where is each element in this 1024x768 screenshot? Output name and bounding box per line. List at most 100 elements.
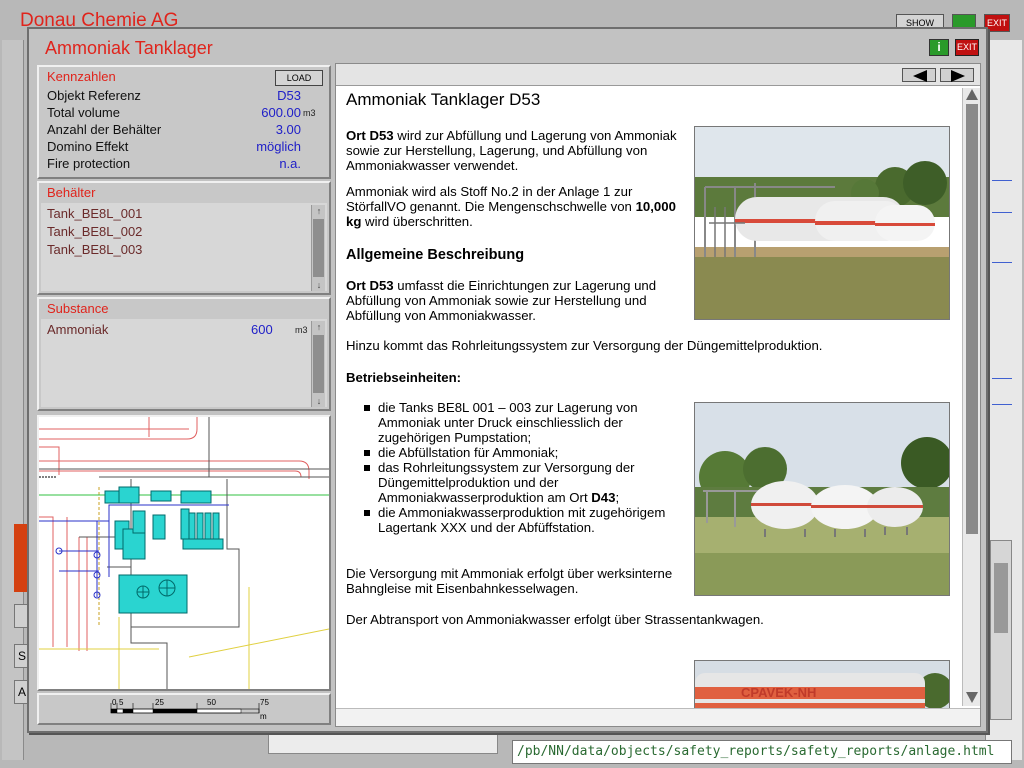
document-content: Ammoniak Tanklager D53 Ort D53 wird zur … — [336, 88, 962, 708]
tanklager-window: Ammoniak Tanklager i EXIT Kennzahlen LOA… — [27, 27, 988, 733]
kennzahl-unit: m3 — [303, 108, 316, 118]
scroll-down-icon[interactable]: ↓ — [312, 279, 326, 291]
scale-tick-label: 50 — [207, 698, 216, 707]
list-item-text: ; — [615, 490, 620, 505]
site-map-panel[interactable] — [37, 415, 331, 691]
kennzahl-value: D53 — [277, 88, 301, 103]
paragraph-umfang: Ort D53 umfasst die Einrichtungen zur La… — [346, 278, 694, 323]
kennzahl-label: Objekt Referenz — [47, 88, 141, 103]
background-line — [992, 378, 1012, 379]
behaelter-panel: Behälter Tank_BE8L_001 Tank_BE8L_002 Tan… — [37, 181, 331, 295]
tank-photo-horizontal — [694, 126, 950, 320]
paragraph-text: Ammoniak wird als Stoff No.2 in der Anla… — [346, 184, 636, 214]
kennzahlen-header: Kennzahlen — [47, 69, 116, 84]
list-item: das Rohrleitungssystem zur Versorgung de… — [364, 460, 682, 505]
document-status-bar — [336, 708, 980, 726]
kennzahl-label: Anzahl der Behälter — [47, 122, 162, 137]
kennzahl-value: n.a. — [279, 156, 301, 171]
behaelter-header: Behälter — [47, 185, 96, 200]
background-line — [992, 262, 1012, 263]
tank-wagon-photo: CPAVEK-NH — [694, 660, 950, 708]
behaelter-scrollbar[interactable]: ↑ ↓ — [311, 205, 325, 291]
scroll-down-icon[interactable] — [965, 690, 979, 704]
arrow-right-icon — [951, 70, 965, 82]
kennzahl-row: Fire protection n.a. — [47, 156, 327, 172]
paragraph-rohrleitung: Hinzu kommt das Rohrleitungssystem zur V… — [346, 338, 823, 353]
background-orange-tab[interactable] — [14, 524, 28, 592]
list-item-tank[interactable]: Tank_BE8L_002 — [47, 224, 142, 239]
scroll-up-icon[interactable]: ↑ — [312, 321, 326, 333]
window-title: Ammoniak Tanklager — [45, 38, 213, 58]
kennzahl-label: Domino Effekt — [47, 139, 129, 154]
paragraph-intro: Ort D53 wird zur Abfüllung und Lagerung … — [346, 128, 686, 173]
paragraph-text: wird zur Abfüllung und Lagerung von Ammo… — [346, 128, 677, 173]
list-item-substance[interactable]: Ammoniak — [47, 322, 108, 337]
substance-unit: m3 — [295, 325, 308, 335]
site-map[interactable] — [39, 417, 330, 689]
substance-panel: Substance Ammoniak 600 m3 ↑ ↓ — [37, 297, 331, 411]
info-button[interactable]: i — [929, 39, 949, 56]
tank-photo-spheres — [694, 402, 950, 596]
document-viewer: Ammoniak Tanklager D53 Ort D53 wird zur … — [335, 63, 981, 727]
kennzahl-label: Total volume — [47, 105, 120, 120]
kennzahl-label: Fire protection — [47, 156, 131, 171]
document-title: Ammoniak Tanklager D53 — [346, 90, 541, 109]
kennzahl-row: Total volume 600.00 m3 — [47, 105, 327, 121]
kennzahl-value: möglich — [256, 139, 301, 154]
paragraph-stoff: Ammoniak wird als Stoff No.2 in der Anla… — [346, 184, 686, 229]
list-item: die Abfüllstation für Ammoniak; — [364, 445, 682, 460]
list-item: die Tanks BE8L 001 – 003 zur Lagerung vo… — [364, 400, 682, 445]
kennzahl-row: Anzahl der Behälter 3.00 — [47, 122, 327, 138]
heading-allgemein: Allgemeine Beschreibung — [346, 247, 525, 263]
bold-text: D43 — [591, 490, 616, 505]
background-line — [992, 404, 1012, 405]
bold-text: Ort D53 — [346, 278, 394, 293]
load-button[interactable]: LOAD — [275, 70, 323, 86]
back-button[interactable] — [902, 68, 936, 82]
kennzahl-row: Objekt Referenz D53 — [47, 88, 327, 104]
background-line — [992, 212, 1012, 213]
substance-header: Substance — [47, 301, 109, 316]
list-item-tank[interactable]: Tank_BE8L_003 — [47, 242, 142, 257]
scroll-up-icon[interactable]: ↑ — [312, 205, 326, 217]
scroll-thumb[interactable] — [313, 219, 324, 277]
bold-text: Ort D53 — [346, 128, 394, 143]
scale-tick-label: 0 — [112, 698, 117, 707]
list-item-tank[interactable]: Tank_BE8L_001 — [47, 206, 142, 221]
document-scrollbar[interactable] — [962, 88, 980, 706]
scale-tick-label: 25 — [155, 698, 164, 707]
map-scale-bar: 0 5 25 50 75 m — [110, 698, 269, 721]
list-item: die Ammoniakwasserproduktion mit zugehör… — [364, 505, 682, 535]
url-field[interactable]: /pb/NN/data/objects/safety_reports/safet… — [512, 740, 1012, 764]
kennzahlen-panel: Kennzahlen LOAD Objekt Referenz D53 Tota… — [37, 65, 331, 179]
substance-list: Ammoniak 600 m3 ↑ ↓ — [41, 319, 327, 407]
paragraph-text: wird überschritten. — [361, 214, 473, 229]
paragraph-abtransport: Der Abtransport von Ammoniakwasser erfol… — [346, 612, 764, 627]
betriebseinheiten-list: die Tanks BE8L 001 – 003 zur Lagerung vo… — [364, 400, 682, 535]
scale-unit-label: m — [260, 712, 267, 721]
scroll-down-icon[interactable]: ↓ — [312, 395, 326, 407]
background-bottom-field[interactable] — [268, 734, 498, 754]
substance-scrollbar[interactable]: ↑ ↓ — [311, 321, 325, 407]
heading-betrieb: Betriebseinheiten: — [346, 370, 462, 385]
map-scale-panel: 0 5 25 50 75 m — [37, 693, 331, 725]
scale-tick-label: 75 — [260, 698, 269, 707]
exit-button[interactable]: EXIT — [955, 39, 979, 56]
wagon-lettering: CPAVEK-NH — [741, 685, 816, 700]
kennzahl-value: 600.00 — [261, 105, 301, 120]
paragraph-versorgung: Die Versorgung mit Ammoniak erfolgt über… — [346, 566, 673, 596]
background-scroll-thumb[interactable] — [994, 563, 1008, 633]
scale-tick-label: 5 — [119, 698, 124, 707]
scroll-thumb[interactable] — [313, 335, 324, 393]
document-toolbar — [336, 64, 980, 86]
forward-button[interactable] — [940, 68, 974, 82]
kennzahl-value: 3.00 — [275, 122, 301, 137]
substance-value: 600 — [251, 322, 273, 337]
scroll-up-icon[interactable] — [965, 88, 979, 102]
background-scrollbar[interactable] — [990, 540, 1012, 720]
behaelter-list: Tank_BE8L_001 Tank_BE8L_002 Tank_BE8L_00… — [41, 203, 327, 291]
kennzahl-row: Domino Effekt möglich — [47, 139, 327, 155]
document-scroll-thumb[interactable] — [966, 104, 978, 534]
arrow-left-icon — [913, 70, 927, 82]
background-line — [992, 180, 1012, 181]
